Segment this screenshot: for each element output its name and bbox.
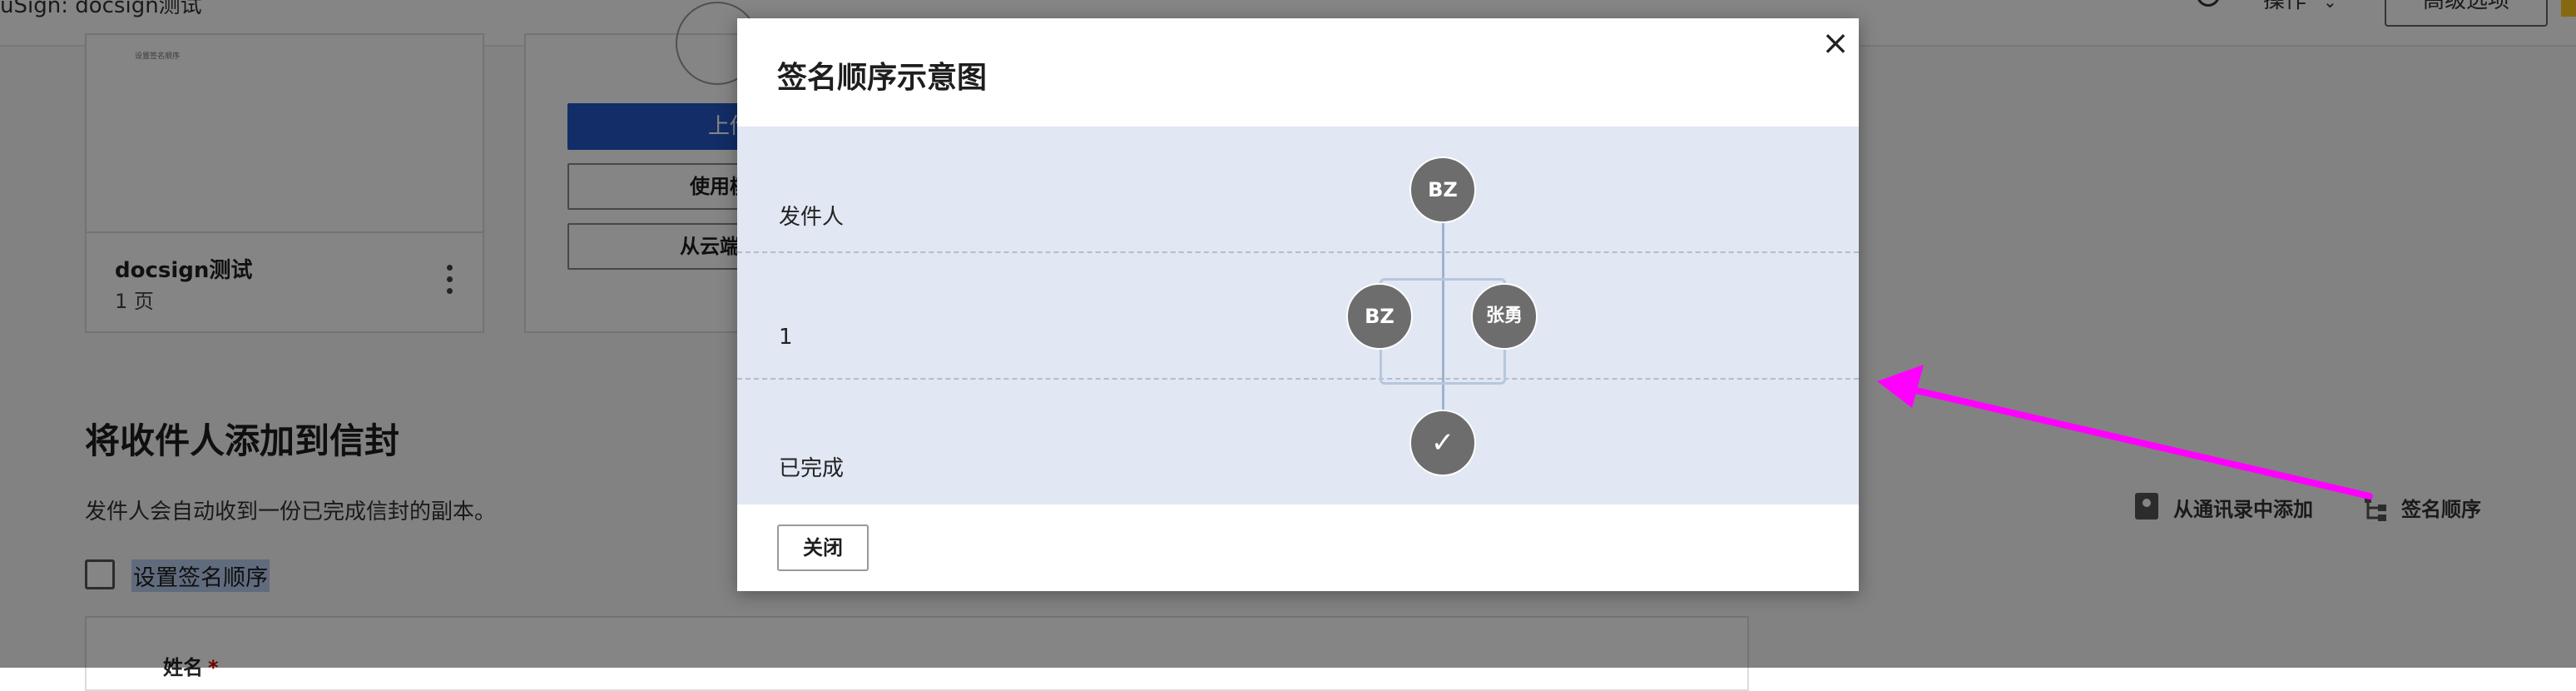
row-divider: [737, 378, 1859, 380]
signer-node: 张勇: [1471, 283, 1538, 350]
signing-order-diagram: 发件人 1 已完成 BZ BZ 张勇 ✓: [737, 127, 1859, 505]
close-button[interactable]: 关闭: [777, 524, 869, 571]
signing-order-modal: 签名顺序示意图 × 发件人 1 已完成 BZ BZ 张勇 ✓ 关闭: [737, 18, 1859, 591]
row-label-completed: 已完成: [779, 456, 845, 481]
signer-node: BZ: [1346, 283, 1413, 350]
row-divider: [737, 251, 1859, 253]
completed-check-icon: ✓: [1409, 410, 1476, 476]
row-label-step-1: 1: [779, 325, 793, 350]
row-label-sender: 发件人: [779, 205, 845, 230]
modal-title: 签名顺序示意图: [777, 61, 988, 95]
sender-node: BZ: [1409, 157, 1476, 223]
close-icon[interactable]: ×: [1819, 27, 1852, 60]
